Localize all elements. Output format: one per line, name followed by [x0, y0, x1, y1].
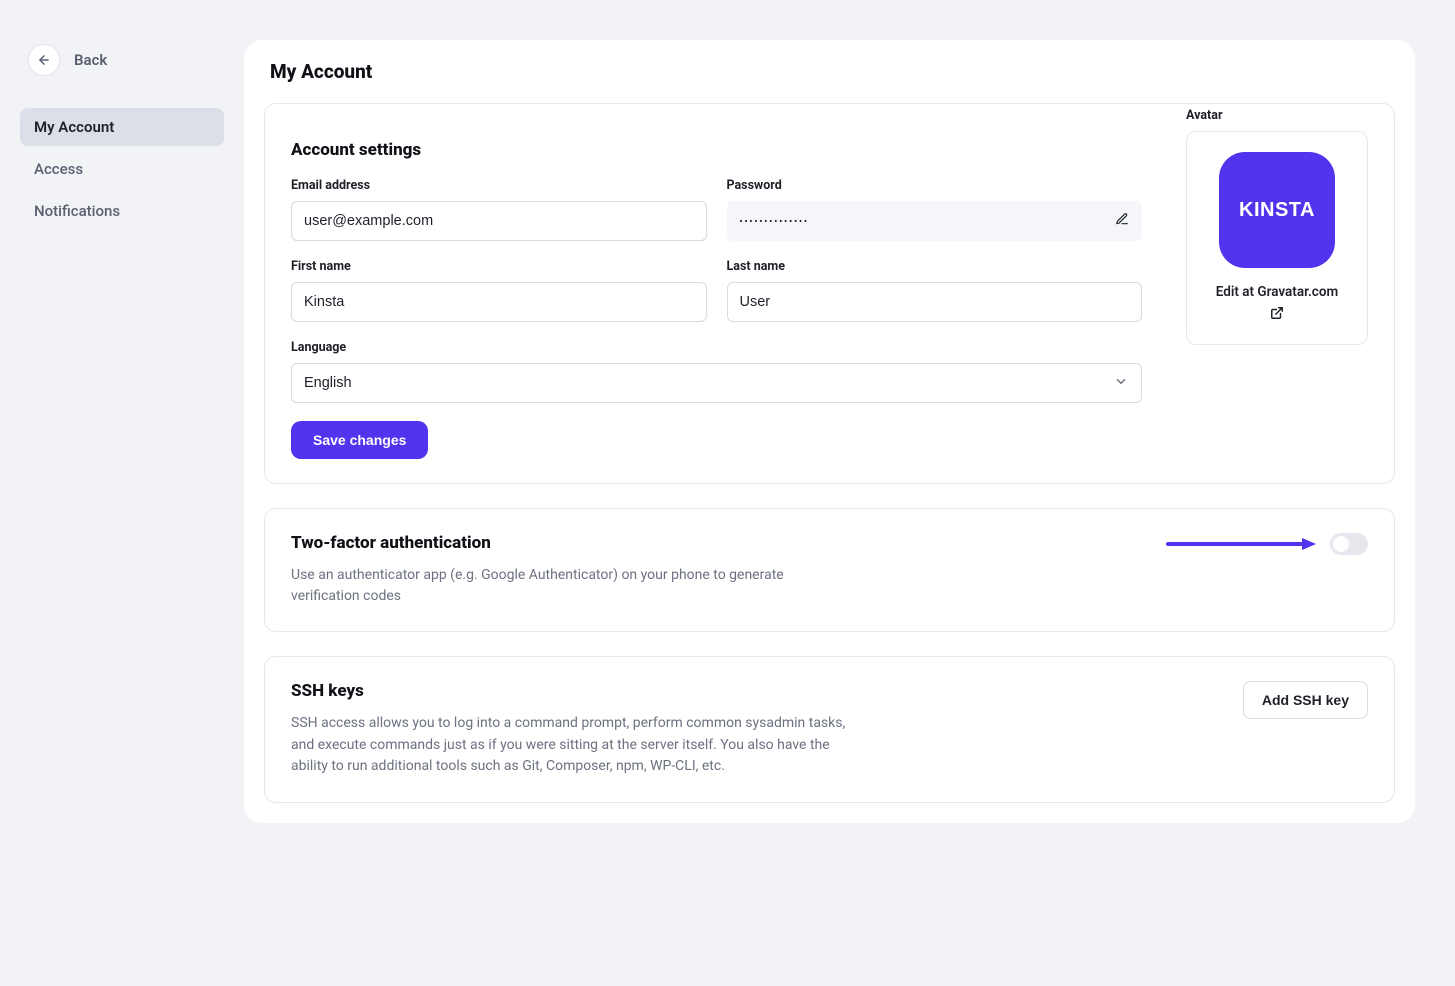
back-arrow-icon [28, 44, 60, 76]
main: My Account Account settings Email addres… [244, 0, 1455, 986]
pointer-arrow-icon [1166, 536, 1316, 552]
language-select[interactable]: English [291, 363, 1142, 403]
account-settings-panel: Account settings Email address Password … [264, 103, 1395, 484]
last-name-label: Last name [727, 259, 1143, 274]
gravatar-link[interactable]: Edit at Gravatar.com [1216, 284, 1338, 324]
email-input[interactable] [291, 201, 707, 241]
sidebar-item-my-account[interactable]: My Account [20, 108, 224, 146]
email-label: Email address [291, 178, 707, 193]
password-field[interactable]: •••••••••••••• [727, 201, 1143, 241]
sidebar-nav: My Account Access Notifications [20, 108, 224, 230]
gravatar-link-text: Edit at Gravatar.com [1216, 284, 1338, 300]
back-label: Back [74, 51, 107, 69]
sidebar-item-access[interactable]: Access [20, 150, 224, 188]
avatar-box: KINSTA Edit at Gravatar.com [1186, 131, 1368, 345]
language-label: Language [291, 340, 1142, 355]
sidebar-item-label: Access [34, 160, 83, 178]
sidebar-item-label: Notifications [34, 202, 120, 220]
ssh-panel: SSH keys SSH access allows you to log in… [264, 656, 1395, 803]
avatar: KINSTA [1219, 152, 1335, 268]
ssh-title: SSH keys [291, 681, 851, 701]
sidebar: Back My Account Access Notifications [0, 0, 244, 986]
password-label: Password [727, 178, 1143, 193]
first-name-label: First name [291, 259, 707, 274]
avatar-label: Avatar [1186, 108, 1368, 123]
external-link-icon [1270, 306, 1284, 324]
ssh-description: SSH access allows you to log into a comm… [291, 713, 851, 778]
save-button[interactable]: Save changes [291, 421, 428, 459]
twofa-description: Use an authenticator app (e.g. Google Au… [291, 565, 811, 607]
twofa-panel: Two-factor authentication Use an authent… [264, 508, 1395, 632]
first-name-input[interactable] [291, 282, 707, 322]
avatar-text: KINSTA [1239, 199, 1315, 222]
sidebar-item-label: My Account [34, 118, 114, 136]
content-card: My Account Account settings Email addres… [244, 40, 1415, 823]
twofa-toggle[interactable] [1330, 533, 1368, 555]
page-title: My Account [270, 60, 1395, 83]
sidebar-item-notifications[interactable]: Notifications [20, 192, 224, 230]
add-ssh-key-button[interactable]: Add SSH key [1243, 681, 1368, 719]
toggle-knob [1333, 536, 1349, 552]
edit-icon[interactable] [1115, 212, 1129, 230]
account-settings-title: Account settings [291, 140, 1142, 160]
twofa-title: Two-factor authentication [291, 533, 811, 553]
back-button[interactable]: Back [20, 44, 224, 76]
password-mask: •••••••••••••• [740, 217, 809, 226]
last-name-input[interactable] [727, 282, 1143, 322]
